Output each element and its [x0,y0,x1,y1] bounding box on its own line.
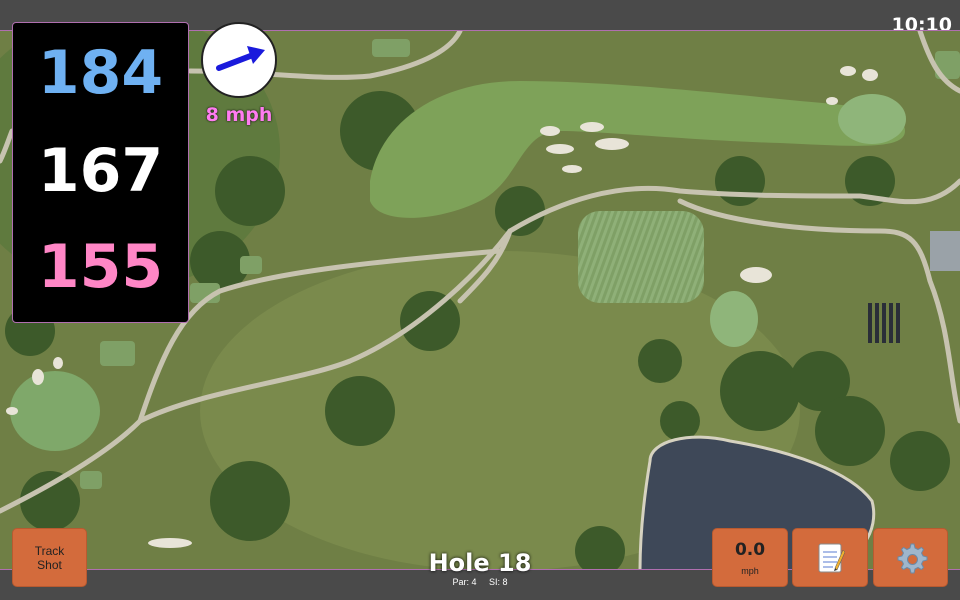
track-shot-label: Shot [37,557,62,572]
memo-icon [818,543,845,572]
par-label: Par: 4 [452,577,477,587]
wind-speed: 8 mph [205,104,273,126]
back-yardage: 184 [37,38,164,108]
practice-area [578,211,704,303]
green [10,371,100,451]
wind-compass[interactable] [201,22,277,98]
scorecard-notes-button[interactable] [792,528,868,587]
middle-yardage: 167 [37,136,164,206]
track-shot-label: Track [34,543,65,558]
front-yardage: 155 [37,232,164,302]
speed-unit: mph [741,565,759,576]
hole-info: Par: 4 SI: 8 [380,577,580,587]
wind-direction-arrow-icon [216,46,265,71]
speed-button[interactable]: 0.0 mph [712,528,788,587]
clubhouse [930,231,960,271]
track-shot-button[interactable]: Track Shot [12,528,87,587]
stroke-index-label: SI: 8 [489,577,508,587]
gear-icon [897,543,927,573]
settings-button[interactable] [873,528,948,587]
yardage-panel: 184 167 155 [12,22,189,323]
hole-title: Hole 18 [428,549,532,577]
green [710,291,758,347]
speed-value: 0.0 [734,539,766,560]
green [838,94,906,144]
